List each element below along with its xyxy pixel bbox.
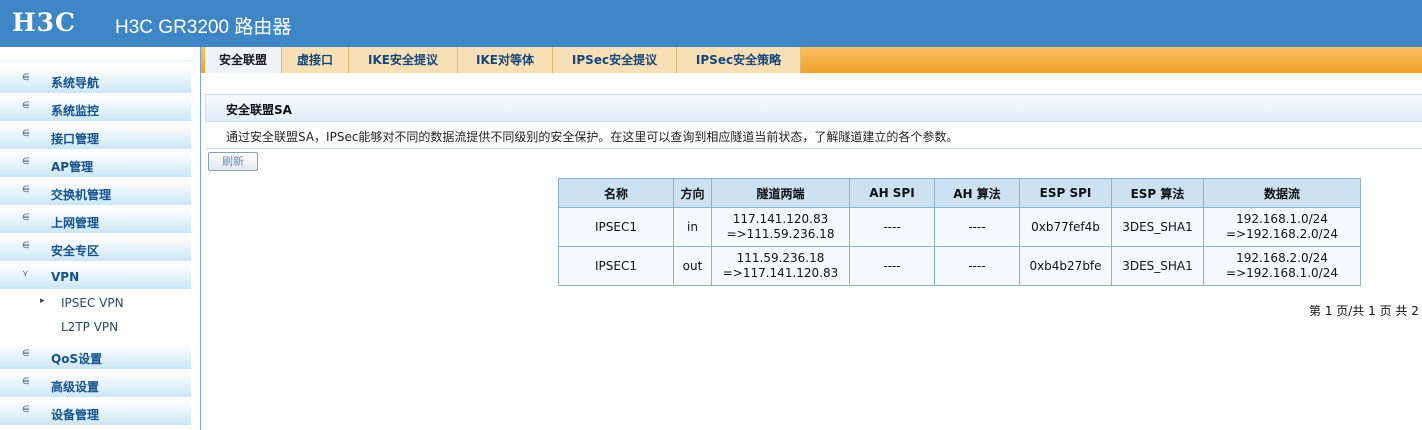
cell-esp-alg: 3DES_SHA1 <box>1111 207 1204 247</box>
sidebar-item-switch-mgmt[interactable]: ⋹ 交换机管理 <box>0 181 191 205</box>
collapse-arrow-icon: ⋎ <box>22 269 29 279</box>
table-header-row: 名称 方向 隧道两端 AH SPI AH 算法 ESP SPI ESP 算法 数… <box>558 178 1361 208</box>
cell-ah-spi: ---- <box>849 207 935 247</box>
section-title: 安全联盟SA <box>226 103 292 117</box>
sidebar-subitem-label: L2TP VPN <box>61 320 119 334</box>
sidebar-item-label: 系统监控 <box>51 104 100 118</box>
sidebar-item-label: 交换机管理 <box>51 188 112 202</box>
col-header-ah-spi: AH SPI <box>849 178 935 208</box>
sidebar-item-security[interactable]: ⋹ 安全专区 <box>0 237 191 261</box>
h3c-logo: H3C <box>12 8 76 37</box>
expand-arrow-icon: ⋹ <box>22 377 30 387</box>
sidebar-item-label: AP管理 <box>51 160 94 174</box>
section-divider <box>205 148 1422 149</box>
sidebar-item-system-nav[interactable]: ⋹ 系统导航 <box>0 69 191 93</box>
col-header-direction: 方向 <box>673 178 712 208</box>
tab-security-association[interactable]: 安全联盟 <box>205 47 282 73</box>
expand-arrow-icon: ⋹ <box>22 185 30 195</box>
col-header-ah-alg: AH 算法 <box>934 178 1020 208</box>
sidebar-item-advanced[interactable]: ⋹ 高级设置 <box>0 373 191 397</box>
top-header: H3C H3C GR3200 路由器 <box>0 0 1422 47</box>
app-title: H3C GR3200 路由器 <box>115 17 292 38</box>
flow-destination: =>192.168.1.0/24 <box>1226 266 1338 280</box>
sidebar-item-interface-mgmt[interactable]: ⋹ 接口管理 <box>0 125 191 149</box>
section-description: 通过安全联盟SA，IPSec能够对不同的数据流提供不同级别的安全保护。在这里可以… <box>226 130 959 144</box>
sidebar-divider <box>0 59 191 62</box>
cell-tunnel-ends: 117.141.120.83 =>111.59.236.18 <box>711 207 850 247</box>
expand-arrow-icon: ⋹ <box>22 349 30 359</box>
cell-esp-alg: 3DES_SHA1 <box>1111 246 1204 286</box>
sidebar-item-internet-mgmt[interactable]: ⋹ 上网管理 <box>0 209 191 233</box>
sidebar-subitem-ipsec-vpn[interactable]: ▸ IPSEC VPN <box>0 293 191 313</box>
cell-data-flow: 192.168.1.0/24 =>192.168.2.0/24 <box>1203 207 1361 247</box>
sidebar-item-qos[interactable]: ⋹ QoS设置 <box>0 345 191 369</box>
expand-arrow-icon: ⋹ <box>22 213 30 223</box>
tunnel-end: =>111.59.236.18 <box>726 227 835 241</box>
expand-arrow-icon: ⋹ <box>22 157 30 167</box>
refresh-button[interactable]: 刷新 <box>208 152 258 171</box>
cell-data-flow: 192.168.2.0/24 =>192.168.1.0/24 <box>1203 246 1361 286</box>
sidebar-item-vpn[interactable]: ⋎ VPN <box>0 265 191 289</box>
cell-name: IPSEC1 <box>558 207 674 247</box>
sidebar-subitem-label: IPSEC VPN <box>61 296 124 310</box>
cell-direction: out <box>673 246 712 286</box>
col-header-name: 名称 <box>558 178 674 208</box>
cell-name: IPSEC1 <box>558 246 674 286</box>
sidebar-item-ap-mgmt[interactable]: ⋹ AP管理 <box>0 153 191 177</box>
cell-ah-alg: ---- <box>934 246 1020 286</box>
section-header: 安全联盟SA <box>205 94 1422 122</box>
flow-destination: =>192.168.2.0/24 <box>1226 227 1338 241</box>
col-header-data-flow: 数据流 <box>1203 178 1361 208</box>
sidebar-item-label: VPN <box>51 270 80 284</box>
tab-ipsec-proposal[interactable]: IPSec安全提议 <box>553 47 677 73</box>
expand-arrow-icon: ⋹ <box>22 73 30 83</box>
tab-bar: 安全联盟 虚接口 IKE安全提议 IKE对等体 IPSec安全提议 IPSec安… <box>201 47 1422 73</box>
cell-ah-alg: ---- <box>934 207 1020 247</box>
sidebar-item-device-mgmt[interactable]: ⋹ 设备管理 <box>0 401 191 425</box>
col-header-esp-spi: ESP SPI <box>1019 178 1112 208</box>
col-header-esp-alg: ESP 算法 <box>1111 178 1204 208</box>
tab-ipsec-policy[interactable]: IPSec安全策略 <box>677 47 801 73</box>
table-row: IPSEC1 out 111.59.236.18 =>117.141.120.8… <box>558 246 1361 286</box>
tab-ike-peer[interactable]: IKE对等体 <box>458 47 553 73</box>
tunnel-start: 117.141.120.83 <box>732 212 829 226</box>
sidebar-item-label: 安全专区 <box>51 244 100 258</box>
cell-esp-spi: 0xb77fef4b <box>1019 207 1112 247</box>
expand-arrow-icon: ⋹ <box>22 129 30 139</box>
table-row: IPSEC1 in 117.141.120.83 =>111.59.236.18… <box>558 207 1361 247</box>
tunnel-start: 111.59.236.18 <box>736 251 825 265</box>
expand-arrow-icon: ⋹ <box>22 101 30 111</box>
sidebar-menu: ⋹ 系统导航 ⋹ 系统监控 ⋹ 接口管理 ⋹ AP管理 ⋹ 交换机管理 ⋹ 上网… <box>0 47 201 430</box>
expand-arrow-icon: ⋹ <box>22 405 30 415</box>
cell-tunnel-ends: 111.59.236.18 =>117.141.120.83 <box>711 246 850 286</box>
tab-virtual-interface[interactable]: 虚接口 <box>282 47 349 73</box>
pagination-info: 第 1 页/共 1 页 共 2 <box>1309 304 1419 318</box>
flow-source: 192.168.2.0/24 <box>1236 251 1328 265</box>
expand-arrow-icon: ⋹ <box>22 241 30 251</box>
sidebar-item-label: QoS设置 <box>51 352 103 366</box>
sidebar-item-label: 系统导航 <box>51 76 100 90</box>
sidebar-item-label: 上网管理 <box>51 216 100 230</box>
sidebar-item-label: 接口管理 <box>51 132 100 146</box>
tunnel-end: =>117.141.120.83 <box>722 266 839 280</box>
tab-ike-proposal[interactable]: IKE安全提议 <box>349 47 458 73</box>
sidebar-item-label: 设备管理 <box>51 408 100 422</box>
selected-arrow-icon: ▸ <box>40 296 45 306</box>
sa-table: 名称 方向 隧道两端 AH SPI AH 算法 ESP SPI ESP 算法 数… <box>558 178 1361 286</box>
cell-esp-spi: 0xb4b27bfe <box>1019 246 1112 286</box>
cell-direction: in <box>673 207 712 247</box>
sidebar-subitem-l2tp-vpn[interactable]: L2TP VPN <box>0 317 191 337</box>
sidebar-item-label: 高级设置 <box>51 380 100 394</box>
col-header-tunnel-ends: 隧道两端 <box>711 178 850 208</box>
sidebar-item-system-monitor[interactable]: ⋹ 系统监控 <box>0 97 191 121</box>
flow-source: 192.168.1.0/24 <box>1236 212 1328 226</box>
cell-ah-spi: ---- <box>849 246 935 286</box>
